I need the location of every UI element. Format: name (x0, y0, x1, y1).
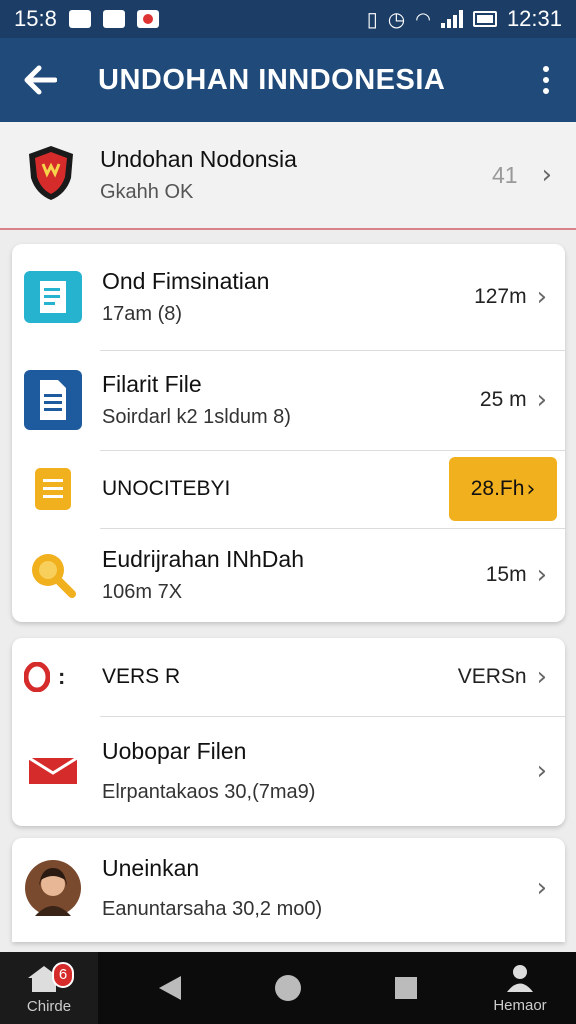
chevron-right-icon: › (526, 476, 536, 502)
highlight-size-button[interactable]: 28.Fh › (449, 457, 557, 521)
recents-square-icon (395, 977, 417, 999)
search-yellow-icon (24, 546, 82, 604)
chevron-right-icon: › (541, 160, 552, 190)
list-item[interactable]: : VERS R VERSn › (12, 638, 565, 716)
avatar (24, 859, 82, 917)
chevron-right-icon: › (536, 385, 547, 415)
battery-icon (472, 11, 497, 27)
item-title: Uobopar Filen (102, 738, 247, 764)
item-size: 15m (485, 563, 527, 586)
home-circle-icon (275, 975, 301, 1001)
status-time-left: 15:8 (14, 6, 57, 31)
status-bar: 15:8 ▯ ◷ ◠ 12:31 (0, 0, 576, 38)
header-count: 41 (492, 161, 518, 188)
nav-home-label: Chirde (26, 997, 72, 1015)
chevron-right-icon: › (536, 873, 547, 903)
signal-icon (440, 10, 463, 28)
notification-badge: 6 (52, 961, 74, 988)
opera-icon: : (24, 662, 82, 692)
item-subtitle: Elrpantakaos 30,(7ma9) (102, 781, 316, 803)
header-title: Undohan Nodonsia (100, 146, 297, 172)
nav-home[interactable]: 6 Chirde (0, 952, 98, 1024)
chevron-right-icon: › (536, 560, 547, 590)
chevron-right-icon: › (536, 282, 547, 312)
overflow-menu-icon[interactable] (534, 66, 558, 94)
settings-card: : VERS R VERSn › Uobopar Filen Elrpantak… (12, 638, 565, 826)
item-subtitle: 106m 7X (102, 581, 183, 603)
chevron-right-icon: › (536, 662, 547, 692)
person-icon (507, 964, 533, 992)
header-row[interactable]: Undohan Nodonsia Gkahh OK 41 › (0, 122, 576, 230)
item-subtitle: 17am (8) (102, 303, 183, 325)
page-title: UNDOHAN INNDONESIA (98, 63, 446, 96)
status-time-right: 12:31 (506, 6, 562, 31)
nav-back-button[interactable] (140, 952, 200, 1024)
back-triangle-icon (159, 976, 181, 1000)
alarm-icon: ◷ (387, 7, 406, 31)
item-subtitle: Eanuntarsaha 30,2 mo0) (102, 898, 323, 920)
nav-profile-label: Hemaor (493, 996, 547, 1014)
item-size: 127m (474, 285, 527, 308)
sim-icon: ▯ (366, 8, 378, 31)
item-subtitle: Soirdarl k2 1sldum 8) (102, 406, 291, 428)
item-title: UNOCITEBYI (102, 477, 231, 500)
navigation-bar: 6 Chirde Hemaor (0, 952, 576, 1024)
list-item[interactable]: UNOCITEBYI 28.Fh › (12, 450, 565, 528)
item-size: 28.Fh (470, 477, 525, 500)
list-item[interactable]: Filarit File Soirdarl k2 1sldum 8) 25 m … (12, 350, 565, 450)
header-subtitle: Gkahh OK (100, 181, 194, 203)
item-title: Uneinkan (102, 855, 200, 881)
chevron-right-icon: › (536, 756, 547, 786)
app-notification-icon (136, 10, 159, 28)
file-list-card: Ond Fimsinatian 17am (8) 127m › Filarit … (12, 244, 565, 622)
wifi-icon: ◠ (415, 8, 431, 30)
note-yellow-icon (24, 460, 82, 518)
mail-icon (24, 742, 82, 800)
list-item[interactable]: Uneinkan Eanuntarsaha 30,2 mo0) › (12, 838, 565, 938)
notification-icon (102, 10, 125, 28)
item-title: VERS R (102, 665, 181, 688)
document-teal-icon (24, 268, 82, 326)
nav-home-button[interactable] (258, 952, 318, 1024)
list-item[interactable]: Ond Fimsinatian 17am (8) 127m › (12, 244, 565, 350)
contact-card: Uneinkan Eanuntarsaha 30,2 mo0) › (12, 838, 565, 942)
back-arrow-icon[interactable] (18, 58, 62, 102)
nav-recents-button[interactable] (376, 952, 436, 1024)
nav-profile[interactable]: Hemaor (478, 952, 562, 1024)
item-title: Ond Fimsinatian (102, 268, 270, 294)
item-size: 25 m (479, 388, 527, 411)
item-title: Eudrijrahan INhDah (102, 546, 305, 572)
list-item[interactable]: Uobopar Filen Elrpantakaos 30,(7ma9) › (12, 716, 565, 826)
item-value: VERSn (457, 665, 527, 688)
voicemail-icon (68, 10, 91, 28)
app-bar: UNDOHAN INNDONESIA (0, 38, 576, 122)
shield-logo-icon (26, 144, 76, 207)
home-icon: 6 (24, 961, 74, 994)
item-title: Filarit File (102, 371, 202, 397)
list-item[interactable]: Eudrijrahan INhDah 106m 7X 15m › (12, 528, 565, 622)
document-blue-icon (24, 370, 82, 430)
